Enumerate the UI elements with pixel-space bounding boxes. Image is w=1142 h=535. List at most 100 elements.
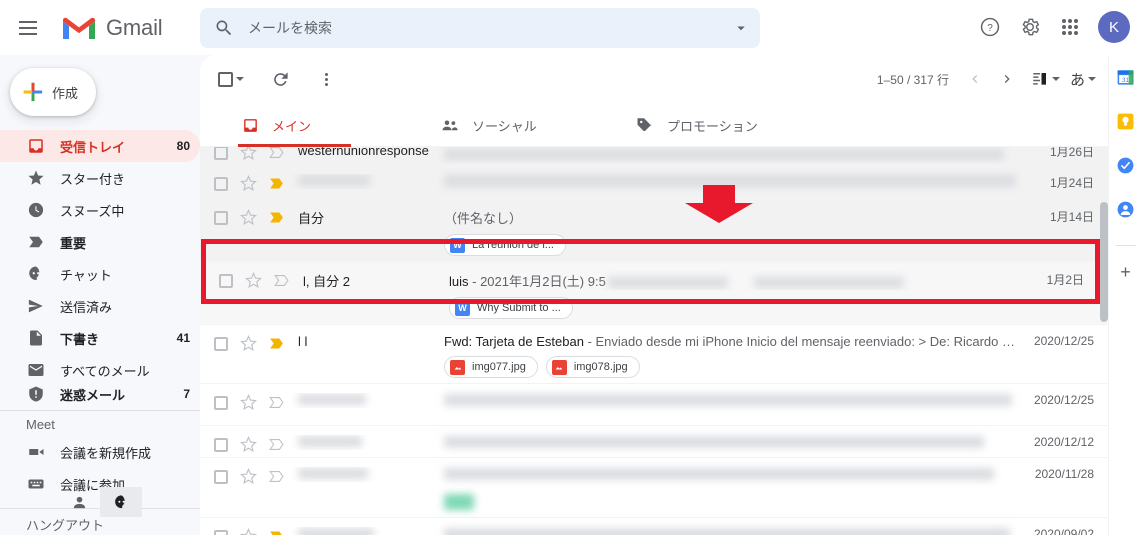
table-row[interactable]: l l Fwd: Tarjeta de Esteban - Enviado de… (200, 325, 1108, 384)
table-row[interactable]: 自分 （件名なし） W La reunion de l... 1月14日 (200, 199, 1108, 262)
image-file-icon (551, 359, 567, 375)
rail-divider (1115, 245, 1136, 246)
sidebar-item-new-meeting[interactable]: 会議を新規作成 (0, 436, 200, 468)
important-marker-icon[interactable] (268, 209, 286, 227)
row-checkbox[interactable] (214, 177, 228, 191)
chevron-down-icon[interactable] (722, 9, 760, 47)
attachment-chip[interactable]: img077.jpg (444, 356, 538, 378)
sidebar-item-chat[interactable]: チャット (0, 258, 200, 290)
row-checkbox[interactable] (214, 211, 228, 225)
meet-section-title: Meet (26, 417, 55, 432)
row-checkbox[interactable] (214, 396, 228, 410)
redacted-sender (298, 436, 362, 447)
search-bar[interactable] (200, 8, 760, 48)
table-row[interactable]: 1月24日 (200, 165, 1108, 199)
row-subject (444, 467, 1030, 515)
sidebar-item-starred[interactable]: スター付き (0, 162, 200, 194)
important-marker-icon[interactable] (268, 147, 286, 162)
google-tasks-icon[interactable] (1116, 155, 1136, 175)
gmail-logo: Gmail (60, 14, 163, 42)
sidebar-item-snoozed[interactable]: スヌーズ中 (0, 194, 200, 226)
apps-grid-icon[interactable] (1050, 7, 1090, 47)
select-all-checkbox[interactable] (214, 61, 248, 97)
table-row[interactable]: westernunionresponse 1月26日 (200, 147, 1108, 165)
tab-label: ソーシャル (472, 118, 537, 134)
row-subject-text: Fwd: Tarjeta de Esteban - Enviado desde … (444, 334, 1020, 349)
tag-icon (635, 115, 655, 135)
important-marker-icon[interactable] (273, 272, 291, 290)
important-marker-icon[interactable] (268, 468, 286, 486)
row-checkbox[interactable] (214, 438, 228, 452)
input-tools-button[interactable] (1031, 70, 1060, 88)
hangouts-title: ハングアウト (26, 518, 105, 533)
star-icon[interactable] (240, 208, 258, 227)
sidebar-item-sent[interactable]: 送信済み (0, 290, 200, 322)
table-row[interactable]: 2020/11/28 (200, 458, 1108, 518)
row-checkbox[interactable] (219, 274, 233, 288)
important-marker-icon[interactable] (268, 394, 286, 412)
star-icon[interactable] (240, 393, 258, 412)
google-calendar-icon[interactable]: 31 (1116, 67, 1136, 87)
table-row[interactable]: 2020/12/25 (200, 384, 1108, 426)
hangouts-icon[interactable] (100, 487, 142, 517)
row-checkbox[interactable] (214, 530, 228, 535)
row-sender (292, 393, 444, 408)
prev-page-button[interactable] (959, 63, 991, 95)
table-row[interactable]: 2020/12/12 (200, 426, 1108, 458)
attachment-chip[interactable]: W La reunion de l... (444, 234, 566, 256)
mail-rows: westernunionresponse 1月26日 1月24日 自分 （件名な… (200, 147, 1108, 535)
gear-icon[interactable] (1010, 7, 1050, 47)
attachment-chip[interactable]: img078.jpg (545, 356, 640, 378)
avatar[interactable]: K (1098, 11, 1130, 43)
sidebar-item-inbox[interactable]: 受信トレイ 80 (0, 130, 200, 162)
gmail-app: Gmail ? (0, 0, 1142, 535)
sidebar-item-count: 7 (183, 387, 190, 401)
scrollbar-thumb[interactable] (1100, 202, 1108, 322)
help-icon[interactable]: ? (970, 7, 1010, 47)
compose-button[interactable]: 作成 (10, 68, 96, 116)
google-keep-icon[interactable] (1116, 111, 1136, 131)
star-icon[interactable] (245, 271, 263, 290)
row-checkbox[interactable] (214, 337, 228, 351)
tab-promotions[interactable]: プロモーション (635, 103, 758, 147)
row-checkbox[interactable] (214, 470, 228, 484)
plus-icon[interactable]: + (1120, 262, 1131, 283)
draft-icon (26, 328, 46, 348)
sidebar-item-drafts[interactable]: 下書き 41 (0, 322, 200, 354)
list-scrollbar[interactable] (1100, 147, 1108, 535)
star-icon[interactable] (240, 527, 258, 535)
sidebar-item-label: 重要 (60, 235, 87, 251)
search-input[interactable] (248, 20, 722, 36)
attachment-name: img077.jpg (472, 361, 526, 373)
important-marker-icon[interactable] (268, 528, 286, 535)
sidebar-item-spam[interactable]: 迷惑メール 7 (0, 386, 200, 402)
star-icon[interactable] (240, 147, 258, 162)
star-icon[interactable] (240, 467, 258, 486)
important-icon (26, 232, 46, 252)
table-row[interactable]: l, 自分 2 luis - 2021年1月2日(土) 9:5 W Why Su… (200, 262, 1108, 325)
mail-icon (26, 360, 46, 380)
word-document-icon: W (455, 300, 470, 316)
tab-social[interactable]: ソーシャル (440, 103, 537, 147)
star-icon[interactable] (240, 174, 258, 193)
next-page-button[interactable] (991, 63, 1023, 95)
attachment-chip[interactable]: W Why Submit to ... (449, 297, 573, 319)
sidebar-item-all-mail[interactable]: すべてのメール (0, 354, 200, 386)
row-checkbox[interactable] (214, 147, 228, 160)
chevron-down-icon (236, 77, 244, 81)
important-marker-icon[interactable] (268, 335, 286, 353)
star-icon[interactable] (240, 334, 258, 353)
important-marker-icon[interactable] (268, 436, 286, 454)
more-options-button[interactable] (308, 61, 344, 97)
important-marker-icon[interactable] (268, 175, 286, 193)
ime-language-button[interactable]: あ (1070, 69, 1096, 90)
sidebar-item-important[interactable]: 重要 (0, 226, 200, 258)
redacted-subject (444, 468, 994, 480)
tab-primary[interactable]: メイン (237, 103, 352, 147)
google-contacts-icon[interactable] (1116, 199, 1136, 219)
hamburger-icon[interactable] (8, 8, 48, 48)
person-icon[interactable] (58, 487, 100, 517)
star-icon[interactable] (240, 435, 258, 454)
refresh-button[interactable] (262, 61, 298, 97)
table-row[interactable]: 2020/09/02 (200, 518, 1108, 535)
